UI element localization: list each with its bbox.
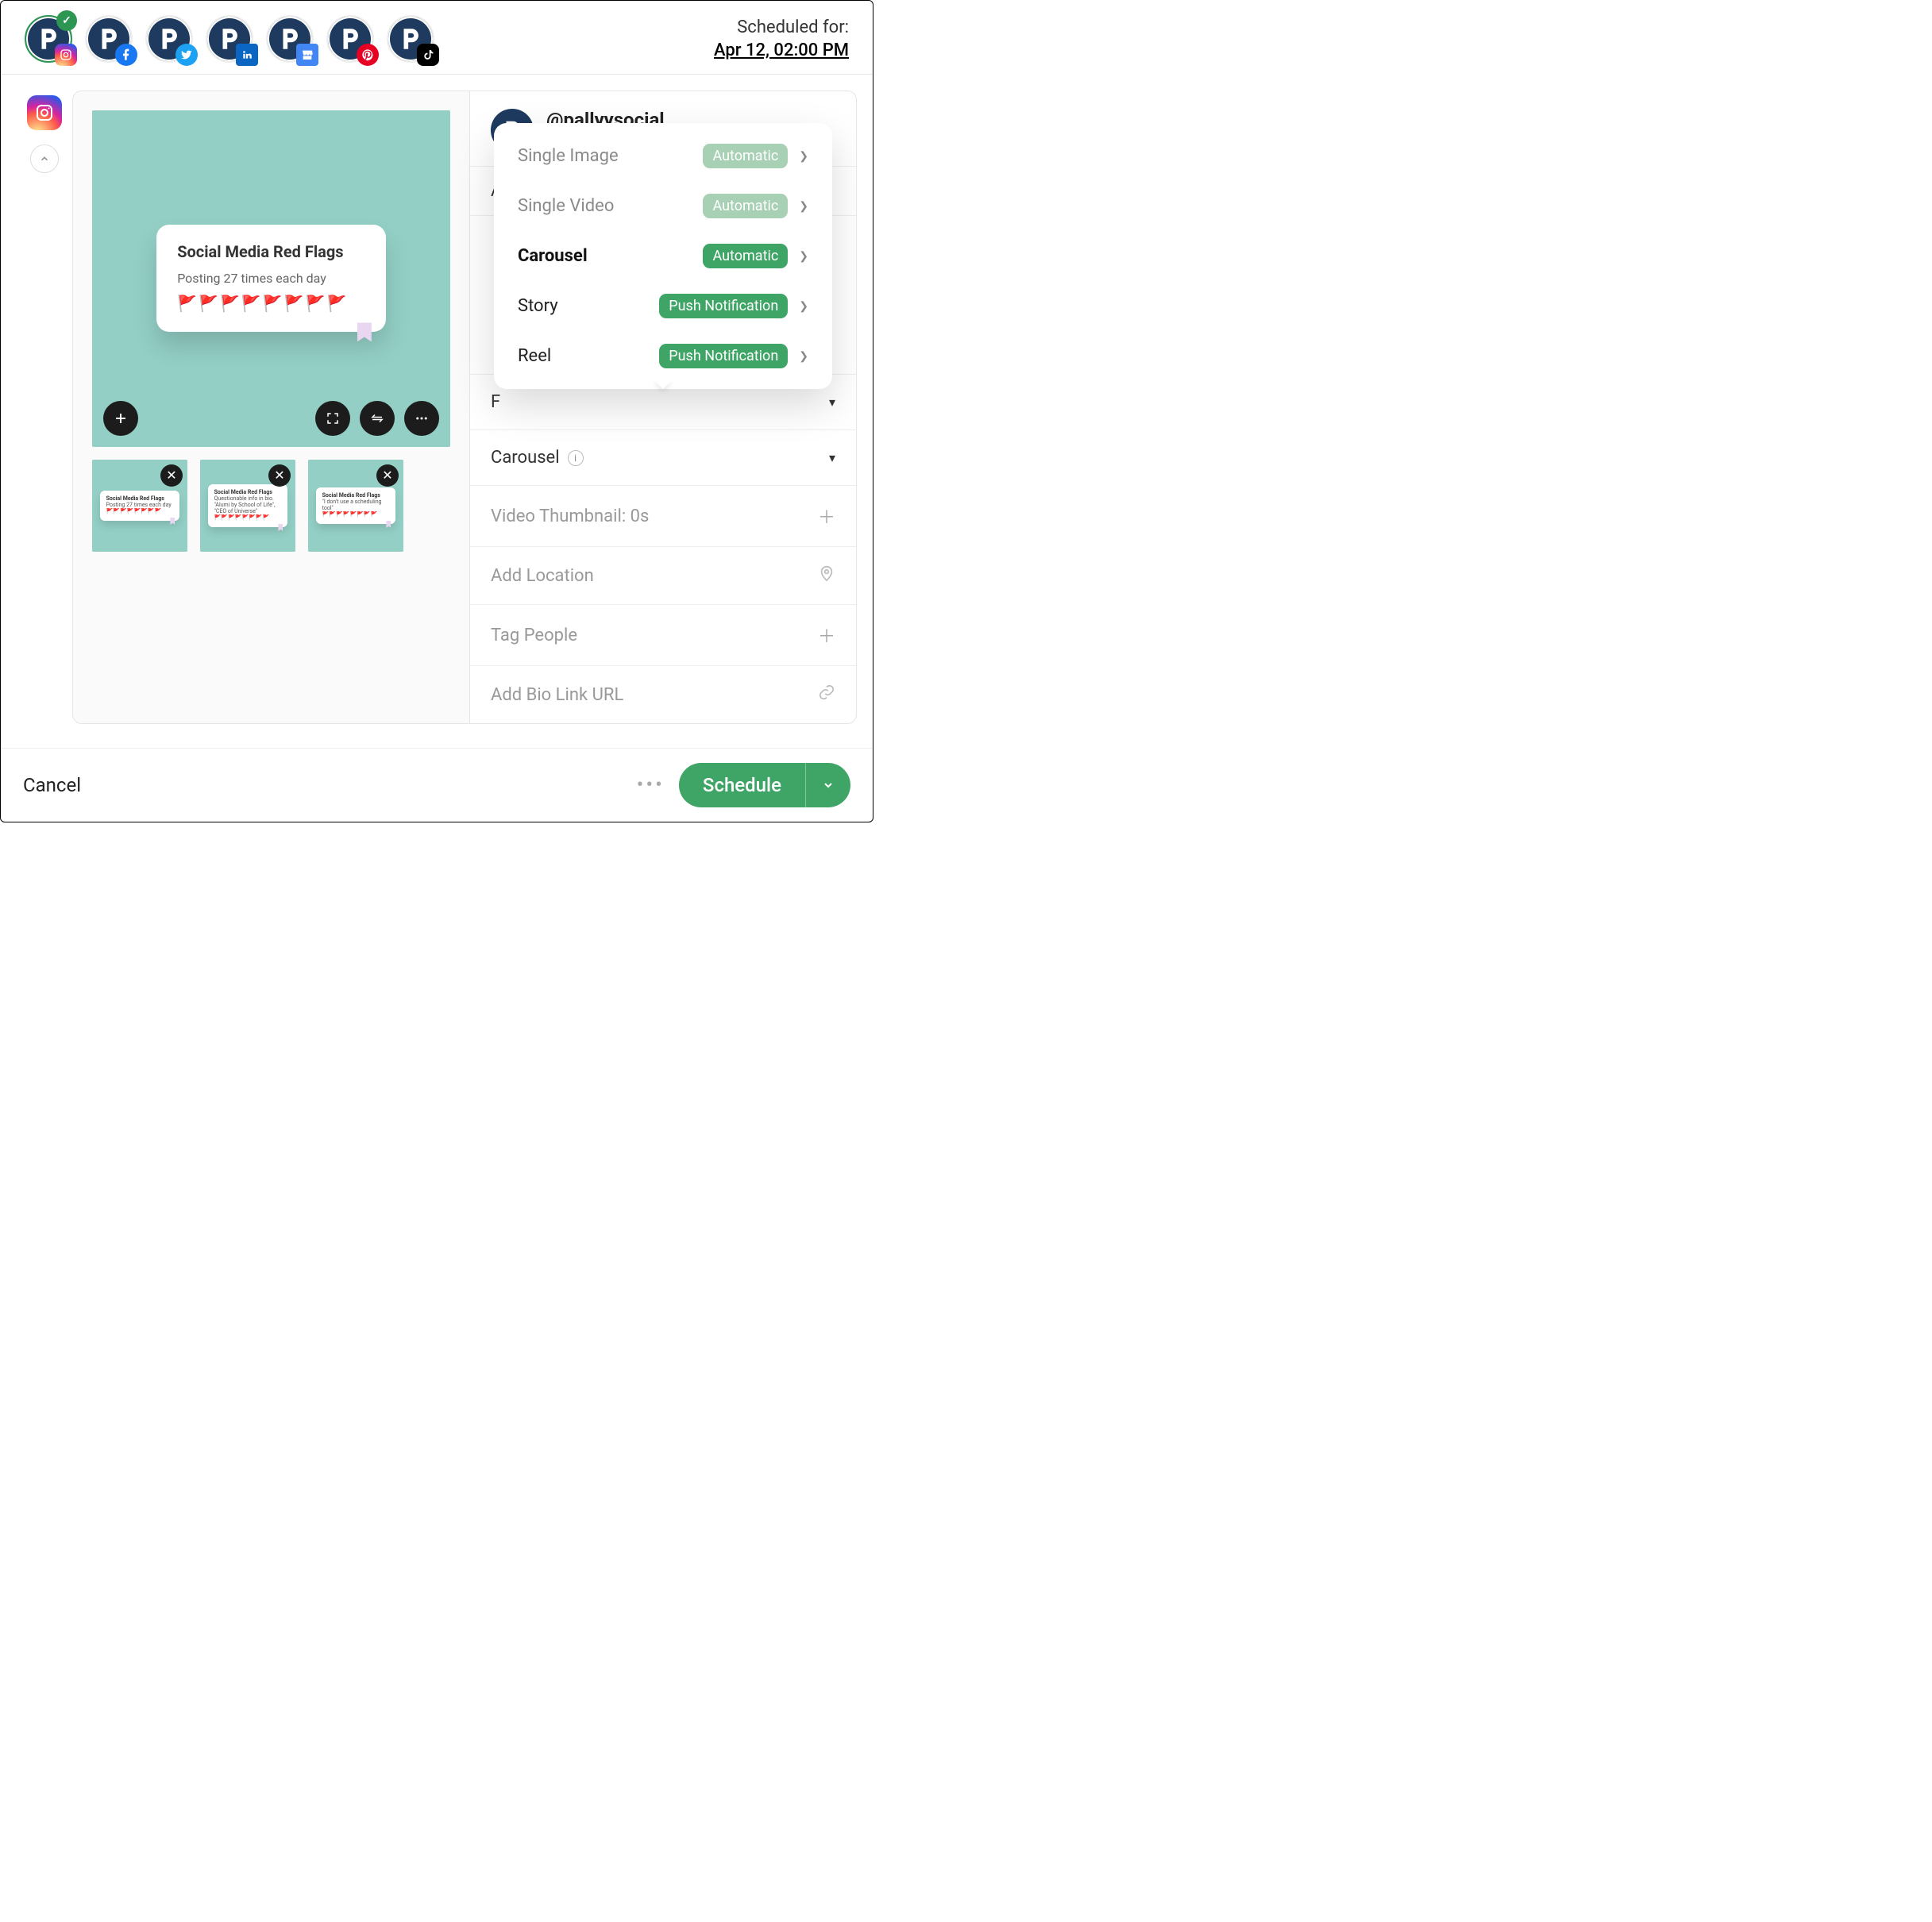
account-facebook[interactable] <box>85 15 133 63</box>
more-button[interactable] <box>404 401 439 436</box>
pinterest-icon <box>357 44 379 66</box>
chevron-right-icon: ❯ <box>799 150 808 163</box>
carousel-thumb[interactable]: Social Media Red FlagsQuestionable info … <box>200 460 295 552</box>
schedule-dropdown-button[interactable] <box>805 763 850 807</box>
platform-rail <box>17 91 72 724</box>
preview-card-title: Social Media Red Flags <box>177 242 365 261</box>
check-icon: ✓ <box>56 10 77 31</box>
collapse-rail-button[interactable] <box>30 144 59 173</box>
tiktok-icon <box>417 44 439 66</box>
scheduled-datetime[interactable]: Apr 12, 02:00 PM <box>714 40 849 60</box>
post-type-menu: Single ImageAutomatic❯Single VideoAutoma… <box>494 123 832 389</box>
carousel-section[interactable]: Carousel i ▾ <box>470 429 856 485</box>
swap-button[interactable] <box>360 401 395 436</box>
chevron-right-icon: ❯ <box>799 300 808 313</box>
media-column: Social Media Red Flags Posting 27 times … <box>73 91 470 723</box>
account-pinterest[interactable] <box>326 15 374 63</box>
remove-thumb-button[interactable]: ✕ <box>376 464 399 487</box>
scheduled-label: Scheduled for: <box>714 17 849 37</box>
post-editor: Social Media Red Flags Posting 27 times … <box>72 91 857 724</box>
post-type-single-video[interactable]: Single VideoAutomatic❯ <box>494 181 832 231</box>
tag-people-row[interactable]: Tag People ＋ <box>470 604 856 665</box>
post-type-reel[interactable]: ReelPush Notification❯ <box>494 331 832 381</box>
add-media-button[interactable] <box>103 401 138 436</box>
chevron-down-icon: ▾ <box>829 395 835 410</box>
instagram-icon[interactable] <box>27 95 62 130</box>
plus-icon: ＋ <box>818 503 835 529</box>
chevron-right-icon: ❯ <box>799 250 808 263</box>
more-options-button[interactable]: ••• <box>637 773 665 797</box>
account-linkedin[interactable] <box>206 15 253 63</box>
account-instagram[interactable]: ✓ <box>25 15 72 63</box>
video-thumbnail-row[interactable]: Video Thumbnail: 0s ＋ <box>470 485 856 546</box>
cancel-button[interactable]: Cancel <box>23 774 81 796</box>
twitter-icon <box>175 44 198 66</box>
account-twitter[interactable] <box>145 15 193 63</box>
chevron-right-icon: ❯ <box>799 350 808 363</box>
remove-thumb-button[interactable]: ✕ <box>160 464 183 487</box>
preview-card: Social Media Red Flags Posting 27 times … <box>156 225 386 332</box>
main-preview: Social Media Red Flags Posting 27 times … <box>92 110 450 447</box>
facebook-icon <box>115 44 137 66</box>
carousel-thumb[interactable]: Social Media Red FlagsPosting 27 times e… <box>92 460 187 552</box>
chevron-right-icon: ❯ <box>799 200 808 213</box>
add-location-row[interactable]: Add Location <box>470 546 856 604</box>
location-pin-icon <box>818 564 835 587</box>
bookmark-icon <box>357 322 372 341</box>
preview-card-subtitle: Posting 27 times each day <box>177 271 365 286</box>
scheduled-block: Scheduled for: Apr 12, 02:00 PM <box>714 17 849 60</box>
post-type-story[interactable]: StoryPush Notification❯ <box>494 281 832 331</box>
gmb-icon <box>296 44 318 66</box>
chevron-down-icon: ▾ <box>829 450 835 465</box>
plus-icon: ＋ <box>818 622 835 648</box>
carousel-thumb[interactable]: Social Media Red Flags"I don't use a sch… <box>308 460 403 552</box>
settings-column: @pallyysocial Instagram A F ▾ Carousel i <box>470 91 856 723</box>
info-icon[interactable]: i <box>568 450 584 466</box>
remove-thumb-button[interactable]: ✕ <box>268 464 291 487</box>
post-type-carousel[interactable]: CarouselAutomatic❯ <box>494 231 832 281</box>
account-gmb[interactable] <box>266 15 314 63</box>
account-tiktok[interactable] <box>387 15 434 63</box>
linkedin-icon <box>236 44 258 66</box>
schedule-button[interactable]: Schedule <box>679 763 850 807</box>
bio-link-row[interactable]: Add Bio Link URL <box>470 665 856 723</box>
post-type-single-image[interactable]: Single ImageAutomatic❯ <box>494 131 832 181</box>
instagram-icon <box>55 44 77 66</box>
link-icon <box>818 684 835 706</box>
fullscreen-button[interactable] <box>315 401 350 436</box>
footer: Cancel ••• Schedule <box>1 748 873 822</box>
preview-card-flags: 🚩🚩🚩🚩🚩🚩🚩🚩 <box>177 294 365 313</box>
account-bar: ✓ Scheduled for: Apr 12, 02:00 PM <box>1 1 873 75</box>
